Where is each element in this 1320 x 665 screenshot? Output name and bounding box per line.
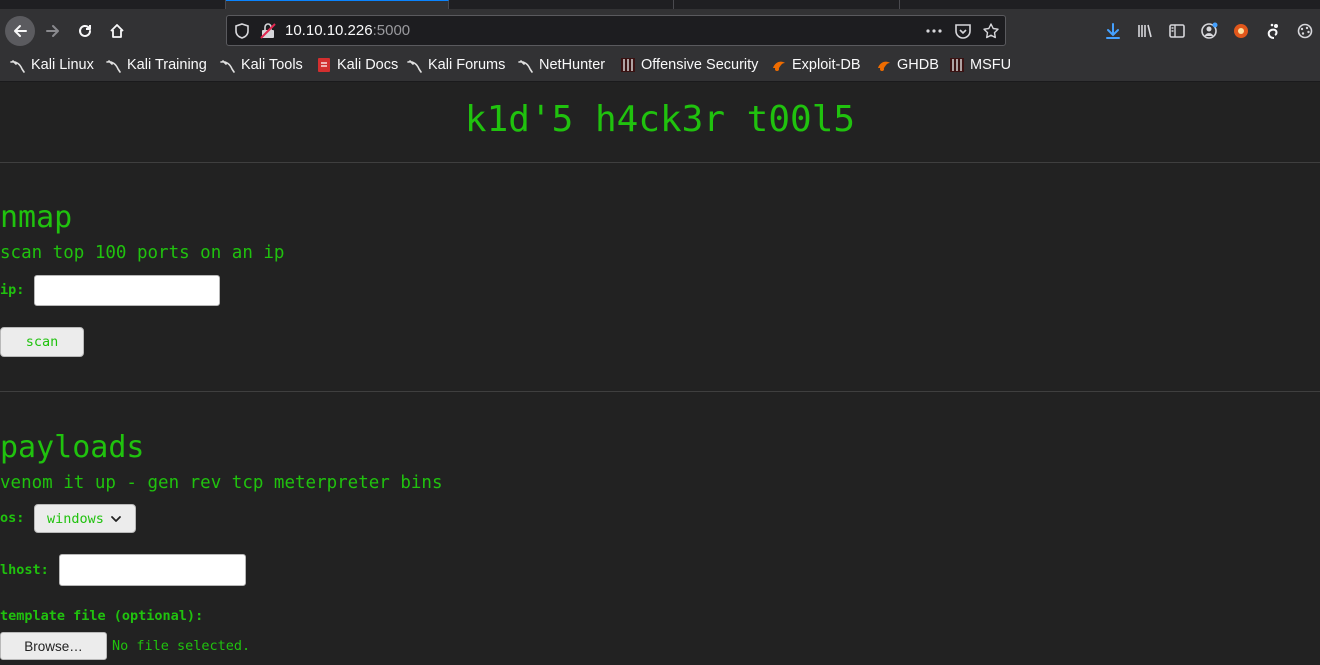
divider <box>0 391 1320 392</box>
tab-previous[interactable] <box>0 0 226 9</box>
bookmark-label: Kali Tools <box>241 57 303 73</box>
home-button[interactable] <box>102 16 132 46</box>
bookmark-label: NetHunter <box>539 57 606 73</box>
bookmark-star-icon[interactable] <box>982 22 1000 40</box>
no-file-selected-text: No file selected. <box>112 638 251 654</box>
url-host: 10.10.10.226 <box>285 22 373 39</box>
extension-foxyproxy-icon[interactable] <box>1232 22 1250 40</box>
url-port: :5000 <box>372 22 411 39</box>
extension-settings-icon[interactable] <box>1296 22 1314 40</box>
os-label: os: <box>0 510 25 526</box>
scan-button[interactable]: scan <box>0 327 84 357</box>
kali-dragon-icon <box>220 60 235 73</box>
bookmark-label: Kali Docs <box>337 57 399 73</box>
lhost-label: lhost: <box>0 562 49 578</box>
nmap-description: scan top 100 ports on an ip <box>0 243 285 263</box>
ip-label: ip: <box>0 282 25 298</box>
bookmark-offensive-security[interactable]: Offensive Security <box>620 57 758 73</box>
bookmark-label: Kali Training <box>127 57 207 73</box>
offsec-icon <box>621 58 635 72</box>
chevron-down-icon <box>111 515 121 522</box>
bookmark-label: GHDB <box>897 57 939 73</box>
home-icon <box>110 24 124 38</box>
lhost-input[interactable] <box>59 554 246 586</box>
bookmark-kali-forums[interactable]: Kali Forums <box>407 57 505 73</box>
downloads-icon[interactable] <box>1104 22 1122 40</box>
template-file-label: template file (optional): <box>0 608 204 624</box>
account-icon[interactable] <box>1200 22 1218 40</box>
bookmark-label: MSFU <box>970 57 1012 73</box>
bookmark-msfu[interactable]: MSFU <box>949 57 1011 73</box>
page-title: k1d'5 h4ck3r t00l5 <box>464 99 856 140</box>
bookmark-label: Kali Linux <box>31 57 94 73</box>
library-icon[interactable] <box>1136 22 1154 40</box>
sidebar-icon[interactable] <box>1168 22 1186 40</box>
bookmarks-toolbar: Kali Linux Kali Training Kali Tools Kali… <box>0 53 1320 82</box>
bookmark-label: Exploit-DB <box>792 57 861 73</box>
exploit-db-icon <box>773 61 785 71</box>
pocket-icon[interactable] <box>954 22 972 40</box>
page-actions-icon[interactable] <box>925 22 943 40</box>
reload-icon <box>79 24 91 37</box>
bookmark-kali-tools[interactable]: Kali Tools <box>220 57 303 73</box>
nmap-heading: nmap <box>0 200 73 235</box>
bookmark-nethunter[interactable]: NetHunter <box>518 57 605 73</box>
reload-button[interactable] <box>70 16 100 46</box>
bookmark-exploit-db[interactable]: Exploit-DB <box>771 57 861 73</box>
insecure-lock-icon[interactable] <box>259 22 277 40</box>
bookmark-label: Kali Forums <box>428 57 506 73</box>
ip-input[interactable] <box>34 275 220 306</box>
page-content: k1d'5 h4ck3r t00l5 nmap scan top 100 por… <box>0 82 1320 665</box>
url-text[interactable]: 10.10.10.226:5000 <box>285 22 410 39</box>
os-selected-value: windows <box>47 510 104 527</box>
kali-dragon-icon <box>10 60 25 73</box>
forward-button[interactable] <box>38 16 68 46</box>
bookmark-kali-linux[interactable]: Kali Linux <box>10 57 94 73</box>
kali-dragon-icon <box>106 60 121 73</box>
os-select[interactable]: windows <box>34 504 136 533</box>
tab-next[interactable] <box>449 0 674 9</box>
bookmark-ghdb[interactable]: GHDB <box>876 57 939 73</box>
forward-arrow-icon <box>46 25 59 37</box>
back-button[interactable] <box>5 16 35 46</box>
bookmark-kali-training[interactable]: Kali Training <box>106 57 207 73</box>
browse-file-button[interactable]: Browse… <box>0 632 107 660</box>
bookmark-label: Offensive Security <box>641 57 759 73</box>
kali-docs-icon <box>318 58 330 72</box>
extension-gnome-icon[interactable] <box>1264 22 1282 40</box>
divider <box>0 162 1320 163</box>
navigation-toolbar: 10.10.10.226:5000 <box>0 9 1320 53</box>
back-arrow-icon <box>14 25 27 37</box>
ghdb-icon <box>878 61 890 71</box>
tab-strip <box>0 0 1320 10</box>
bookmark-kali-docs[interactable]: Kali Docs <box>316 57 398 73</box>
kali-dragon-icon <box>407 60 422 73</box>
url-bar[interactable]: 10.10.10.226:5000 <box>226 15 1006 46</box>
kali-dragon-icon <box>518 60 533 73</box>
offsec-icon <box>950 58 964 72</box>
tab-other[interactable] <box>674 0 900 9</box>
payloads-heading: payloads <box>0 430 145 465</box>
payloads-description: venom it up - gen rev tcp meterpreter bi… <box>0 473 443 493</box>
tracking-shield-icon[interactable] <box>233 22 251 40</box>
